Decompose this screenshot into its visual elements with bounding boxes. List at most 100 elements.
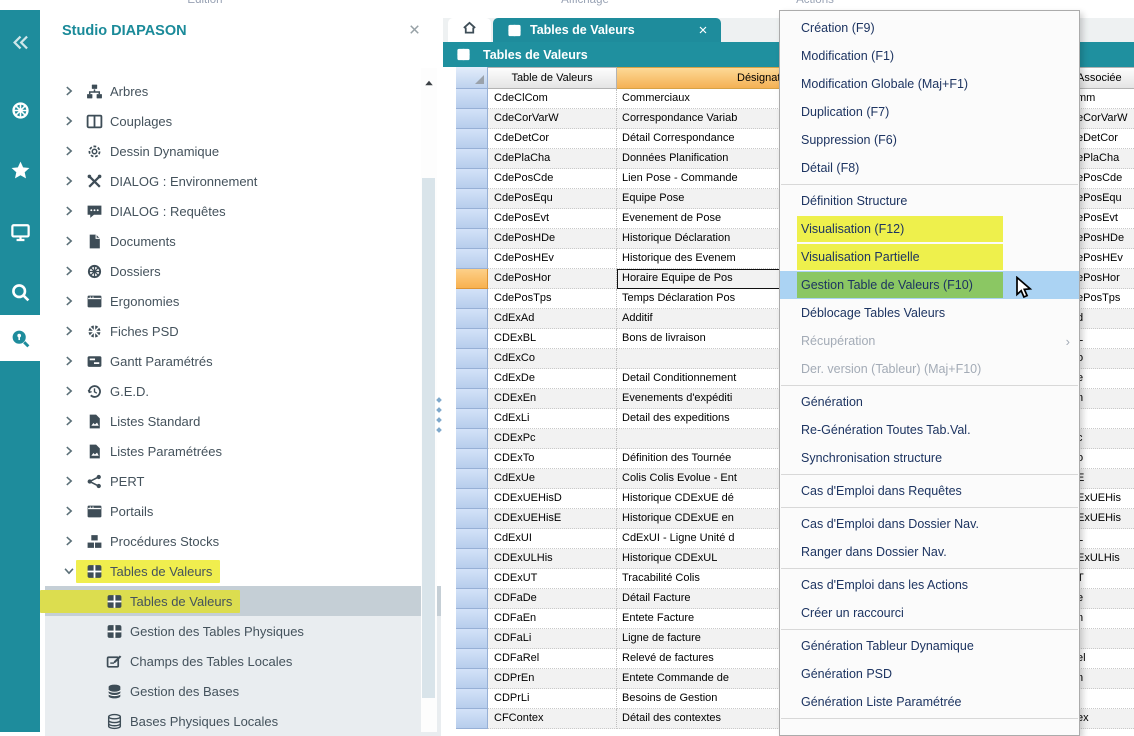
cell-code[interactable]: CdePosHEv: [488, 249, 617, 269]
cell-code[interactable]: CdeClCom: [488, 89, 617, 109]
sidebar-item-tables-de-valeurs[interactable]: Tables de Valeurs: [40, 586, 443, 616]
row-header-cell[interactable]: [456, 189, 488, 209]
cell-code[interactable]: CDPrEn: [488, 669, 617, 689]
menu-item-cas-d-emploi-dans-dossier-nav-[interactable]: Cas d'Emploi dans Dossier Nav.: [780, 510, 1079, 538]
sidebar-item-listes-standard[interactable]: Listes Standard: [40, 406, 443, 436]
cell-code[interactable]: CdExUI: [488, 529, 617, 549]
star-icon[interactable]: [0, 150, 40, 190]
cell-associee[interactable]: E: [1072, 469, 1134, 489]
sidebar-item-gestion-des-tables-physiques[interactable]: Gestion des Tables Physiques: [40, 616, 443, 646]
menu-item-modification-globale-maj-f1-[interactable]: Modification Globale (Maj+F1): [780, 70, 1079, 98]
cell-associee[interactable]: n: [1072, 389, 1134, 409]
row-header-cell[interactable]: [456, 89, 488, 109]
row-header-cell[interactable]: [456, 669, 488, 689]
cell-associee[interactable]: eCorVarW: [1072, 109, 1134, 129]
cell-associee[interactable]: ePlaCha: [1072, 149, 1134, 169]
row-header-cell[interactable]: [456, 549, 488, 569]
cell-associee[interactable]: [1072, 689, 1134, 709]
cell-associee[interactable]: e: [1072, 369, 1134, 389]
cell-associee[interactable]: ePosCde: [1072, 169, 1134, 189]
tree-scrollbar[interactable]: [421, 68, 437, 732]
cell-code[interactable]: CDExULHis: [488, 549, 617, 569]
cell-associee[interactable]: ePosTps: [1072, 289, 1134, 309]
chevron-right-icon[interactable]: [62, 174, 76, 188]
row-header-cell[interactable]: [456, 509, 488, 529]
menu-item-modification-f1-[interactable]: Modification (F1): [780, 42, 1079, 70]
sidebar-item-g-e-d-[interactable]: G.E.D.: [40, 376, 443, 406]
menu-item-g-n-ration[interactable]: Génération: [780, 388, 1079, 416]
cell-code[interactable]: CdePlaCha: [488, 149, 617, 169]
cell-associee[interactable]: L: [1072, 329, 1134, 349]
cell-associee[interactable]: o: [1072, 349, 1134, 369]
chevron-right-icon[interactable]: [62, 294, 76, 308]
chevron-right-icon[interactable]: [62, 204, 76, 218]
cell-associee[interactable]: L: [1072, 529, 1134, 549]
chevron-right-icon[interactable]: [62, 504, 76, 518]
cell-code[interactable]: CDFaDe: [488, 589, 617, 609]
wheel-icon[interactable]: [0, 90, 40, 130]
row-header-cell[interactable]: [456, 129, 488, 149]
cell-associee[interactable]: ePosHor: [1072, 269, 1134, 289]
row-header-cell[interactable]: [456, 329, 488, 349]
row-header-cell[interactable]: [456, 349, 488, 369]
sidebar-item-ergonomies[interactable]: Ergonomies: [40, 286, 443, 316]
menu-item-ranger-dans-dossier-nav-[interactable]: Ranger dans Dossier Nav.: [780, 538, 1079, 566]
monitor-icon[interactable]: [0, 212, 40, 252]
sidebar-item-dialog-environnement[interactable]: DIALOG : Environnement: [40, 166, 443, 196]
chevron-down-icon[interactable]: [62, 564, 76, 578]
menu-item-visualisation-f12-[interactable]: Visualisation (F12): [780, 215, 1079, 243]
cell-associee[interactable]: T: [1072, 569, 1134, 589]
cell-associee[interactable]: ePosHDe: [1072, 229, 1134, 249]
row-header-cell[interactable]: [456, 309, 488, 329]
cell-associee[interactable]: ex: [1072, 709, 1134, 729]
menu-item-d-blocage-tables-valeurs[interactable]: Déblocage Tables Valeurs: [780, 299, 1079, 327]
cell-code[interactable]: CdePosHDe: [488, 229, 617, 249]
scroll-up-icon[interactable]: [423, 76, 435, 88]
cell-code[interactable]: CDFaLi: [488, 629, 617, 649]
row-header-cell[interactable]: [456, 489, 488, 509]
sidebar-item-gantt-param-tr-s[interactable]: Gantt Paramétrés: [40, 346, 443, 376]
menu-item-cas-d-emploi-dans-requ-tes[interactable]: Cas d'Emploi dans Requêtes: [780, 477, 1079, 505]
sidebar-item-dessin-dynamique[interactable]: Dessin Dynamique: [40, 136, 443, 166]
cell-code[interactable]: CdeDetCor: [488, 129, 617, 149]
chevron-right-icon[interactable]: [62, 534, 76, 548]
row-header-cell[interactable]: [456, 529, 488, 549]
menu-item-visualisation-partielle[interactable]: Visualisation Partielle: [780, 243, 1079, 271]
row-header-cell[interactable]: [456, 389, 488, 409]
menu-item-cr-er-un-raccourci[interactable]: Créer un raccourci: [780, 599, 1079, 627]
row-header-cell[interactable]: [456, 269, 488, 289]
menu-item-synchronisation-structure[interactable]: Synchronisation structure: [780, 444, 1079, 472]
chevron-right-icon[interactable]: [62, 414, 76, 428]
sidebar-item-dialog-requ-tes[interactable]: DIALOG : Requêtes: [40, 196, 443, 226]
row-header-cell[interactable]: [456, 209, 488, 229]
cell-code[interactable]: CDPrLi: [488, 689, 617, 709]
sidebar-item-portails[interactable]: Portails: [40, 496, 443, 526]
chevron-right-icon[interactable]: [62, 84, 76, 98]
cell-associee[interactable]: ePosHEv: [1072, 249, 1134, 269]
collapse-icon[interactable]: [0, 22, 40, 62]
cell-code[interactable]: CDExBL: [488, 329, 617, 349]
sidebar-item-couplages[interactable]: Couplages: [40, 106, 443, 136]
tab-home[interactable]: [448, 18, 491, 42]
sidebar-item-gestion-des-bases[interactable]: Gestion des Bases: [40, 676, 443, 706]
cell-associee[interactable]: n: [1072, 609, 1134, 629]
menu-item-g-n-ration-tableur-dynamique[interactable]: Génération Tableur Dynamique: [780, 632, 1079, 660]
row-header-cell[interactable]: [456, 249, 488, 269]
cell-associee[interactable]: [1072, 629, 1134, 649]
cell-code[interactable]: CDFaRel: [488, 649, 617, 669]
row-header-cell[interactable]: [456, 449, 488, 469]
sidebar-item-documents[interactable]: Documents: [40, 226, 443, 256]
cell-code[interactable]: CdExUe: [488, 469, 617, 489]
row-header-cell[interactable]: [456, 169, 488, 189]
row-header-cell[interactable]: [456, 109, 488, 129]
cell-associee[interactable]: ExUEHis: [1072, 509, 1134, 529]
cell-code[interactable]: CDExUEHisE: [488, 509, 617, 529]
cell-code[interactable]: CDExEn: [488, 389, 617, 409]
cell-code[interactable]: CdePosHor: [488, 269, 617, 289]
grid-corner-cell[interactable]: [456, 67, 488, 89]
close-icon[interactable]: [407, 22, 425, 40]
cell-code[interactable]: CdExLi: [488, 409, 617, 429]
cell-code[interactable]: CdExDe: [488, 369, 617, 389]
row-header-cell[interactable]: [456, 689, 488, 709]
cell-code[interactable]: CFContex: [488, 709, 617, 729]
